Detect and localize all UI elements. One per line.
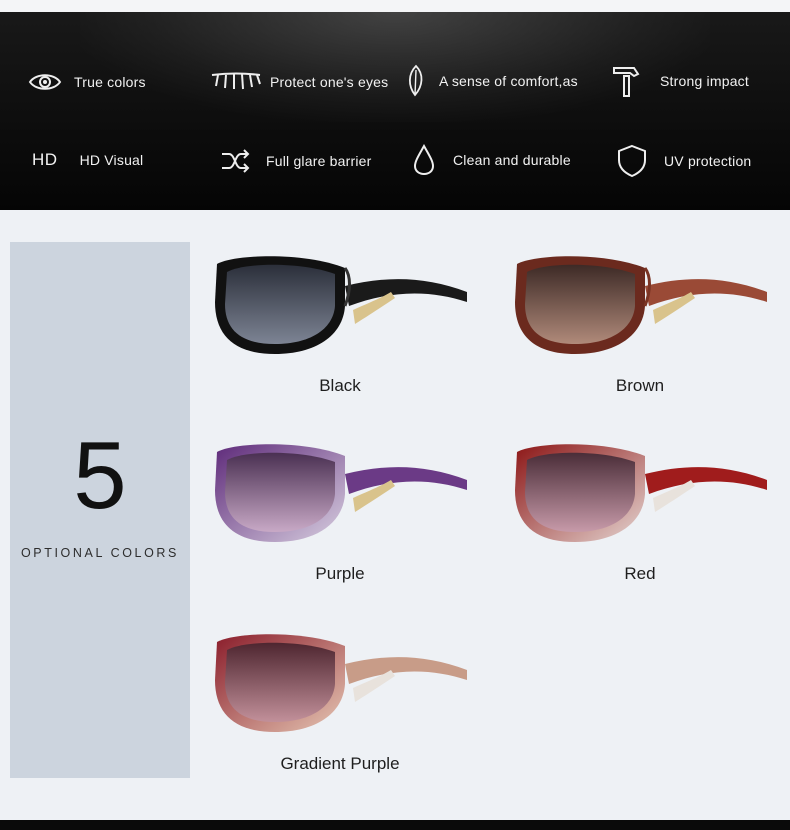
product-black[interactable]: Black bbox=[190, 246, 490, 395]
product-red[interactable]: Red bbox=[490, 434, 790, 583]
feature-uv: UV protection bbox=[616, 144, 751, 178]
sunglasses-image bbox=[215, 256, 467, 354]
color-count: 5 bbox=[73, 422, 127, 529]
product-name: Red bbox=[624, 564, 656, 583]
feather-icon bbox=[405, 64, 427, 98]
optional-colors-panel: 5 OPTIONAL COLORS bbox=[10, 242, 190, 778]
eyelashes-icon bbox=[210, 70, 262, 94]
sunglasses-image bbox=[515, 444, 767, 542]
feature-comfort: A sense of comfort,as bbox=[405, 64, 578, 98]
product-name: Purple bbox=[315, 564, 365, 583]
product-brown[interactable]: Brown bbox=[490, 246, 790, 395]
feature-glare: Full glare barrier bbox=[220, 148, 372, 174]
optional-colors-label: OPTIONAL COLORS bbox=[20, 546, 179, 560]
shuffle-arrows-icon bbox=[220, 148, 250, 174]
feature-label: Clean and durable bbox=[453, 152, 571, 168]
feature-clean: Clean and durable bbox=[413, 144, 571, 176]
product-gradient-purple[interactable]: Gradient Purple bbox=[190, 624, 490, 773]
feature-label: True colors bbox=[74, 74, 146, 90]
water-drop-icon bbox=[413, 144, 435, 176]
feature-impact: Strong impact bbox=[612, 64, 749, 98]
feature-label: A sense of comfort,as bbox=[439, 73, 578, 89]
feature-label: UV protection bbox=[664, 153, 752, 169]
product-purple[interactable]: Purple bbox=[190, 434, 490, 583]
sunglasses-image bbox=[215, 634, 467, 732]
product-name: Brown bbox=[615, 376, 665, 395]
sunglasses-image bbox=[515, 256, 767, 354]
feature-label: Full glare barrier bbox=[266, 153, 372, 169]
feature-true-colors: True colors bbox=[28, 70, 146, 94]
sunglasses-image bbox=[215, 444, 467, 542]
feature-label: Protect one's eyes bbox=[270, 74, 389, 90]
product-name: Black bbox=[319, 376, 361, 395]
bottom-divider bbox=[0, 820, 790, 830]
hammer-icon bbox=[612, 64, 640, 98]
feature-label: HD Visual bbox=[79, 152, 144, 168]
product-name: Gradient Purple bbox=[280, 754, 400, 773]
feature-label: Strong impact bbox=[660, 73, 749, 89]
eye-icon bbox=[28, 70, 62, 94]
feature-protect-eyes: Protect one's eyes bbox=[210, 70, 388, 94]
features-banner: True colors Protect one's eyes A sense o… bbox=[0, 0, 790, 210]
feature-hd-visual: HD HD Visual bbox=[32, 150, 143, 170]
shield-icon bbox=[616, 144, 648, 178]
hd-icon: HD bbox=[32, 150, 58, 169]
